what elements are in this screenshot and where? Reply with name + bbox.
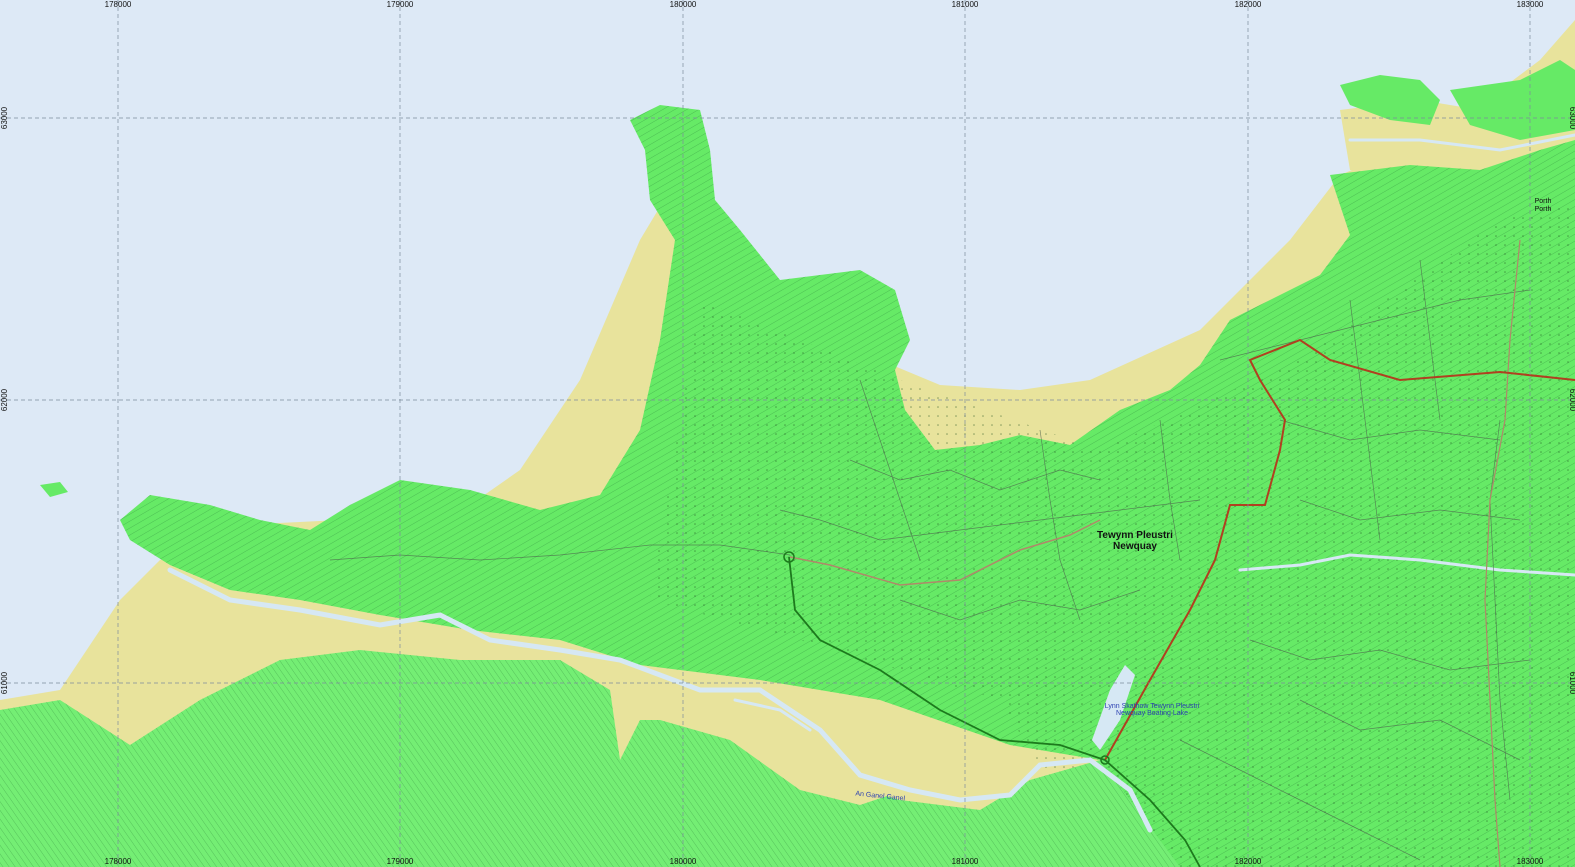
town-label-cornish[interactable]: Tewynn Pleustri — [1097, 530, 1173, 541]
map-view[interactable]: 178000 179000 180000 181000 182000 18300… — [0, 0, 1575, 867]
easting-label: 179000 — [387, 0, 414, 9]
town-label-english[interactable]: Newquay — [1113, 541, 1157, 552]
lake-label-cornish[interactable]: Lynn Skathow Tewynn Pleustri — [1105, 703, 1200, 710]
porth-label-english[interactable]: Porth — [1535, 206, 1552, 213]
easting-label: 180000 — [670, 857, 697, 866]
northing-label: 63000 — [1568, 107, 1575, 130]
northing-label: 61000 — [1568, 672, 1575, 695]
easting-label: 181000 — [952, 857, 979, 866]
easting-label: 181000 — [952, 0, 979, 9]
porth-label-cornish[interactable]: Porth — [1535, 198, 1552, 205]
easting-label: 180000 — [670, 0, 697, 9]
easting-label: 183000 — [1517, 0, 1544, 9]
northing-label: 62000 — [0, 388, 9, 411]
easting-label: 183000 — [1517, 857, 1544, 866]
northing-label: 63000 — [0, 106, 9, 129]
easting-label: 182000 — [1235, 857, 1262, 866]
easting-label: 178000 — [105, 0, 132, 9]
easting-label: 178000 — [105, 857, 132, 866]
easting-label: 182000 — [1235, 0, 1262, 9]
northing-label: 62000 — [1568, 389, 1575, 412]
easting-label: 179000 — [387, 857, 414, 866]
northing-label: 61000 — [0, 671, 9, 694]
lake-label-english[interactable]: Newquay Boating Lake — [1116, 710, 1188, 717]
